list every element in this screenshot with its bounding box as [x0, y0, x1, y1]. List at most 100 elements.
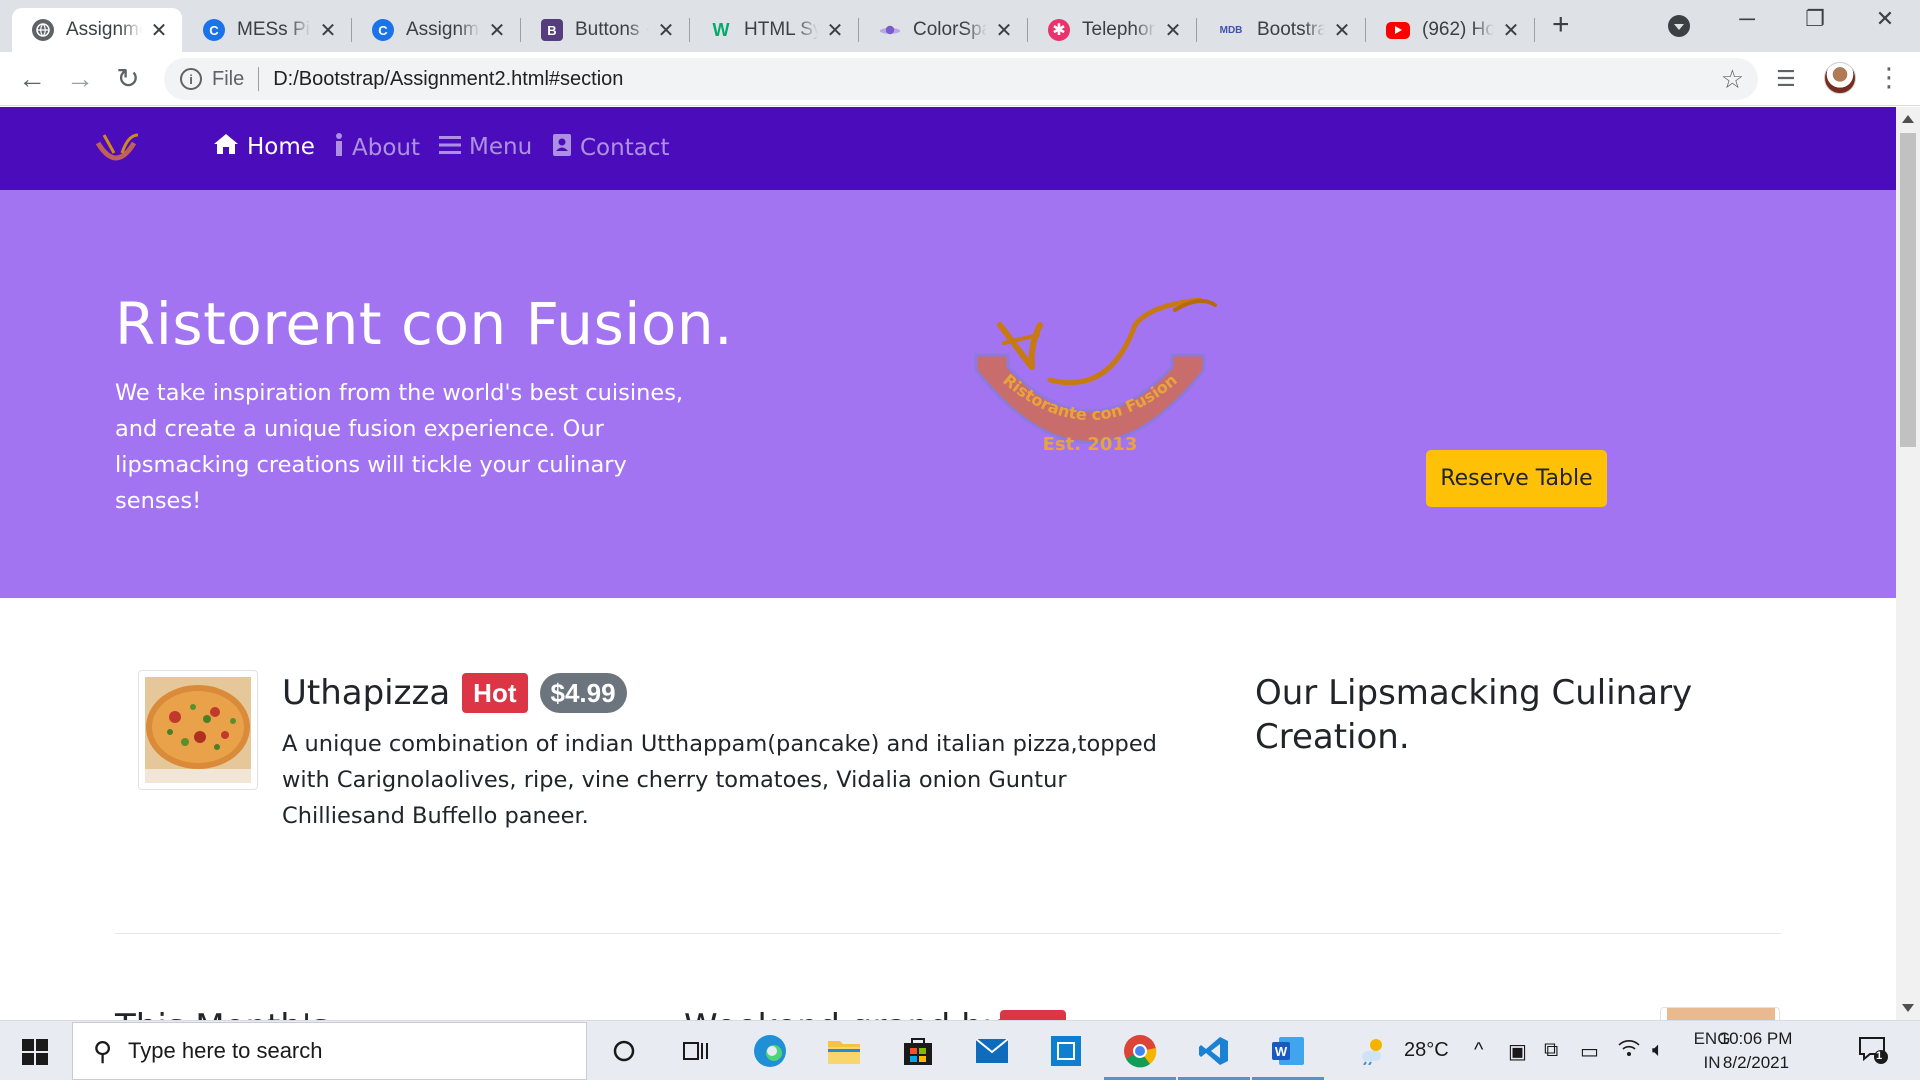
tab-search-icon[interactable]: [1668, 15, 1690, 37]
tab-mess-pill[interactable]: C MESs Pill ✕: [183, 8, 351, 52]
scroll-thumb[interactable]: [1900, 133, 1916, 447]
forward-arrow-icon[interactable]: →: [62, 62, 98, 96]
scroll-down-arrow-icon[interactable]: [1902, 1004, 1914, 1012]
bootstrap-b-icon: B: [541, 19, 563, 41]
tab-buttons[interactable]: B Buttons · ✕: [521, 8, 689, 52]
youtube-icon: [1386, 21, 1410, 39]
windows-start-icon[interactable]: [22, 1039, 48, 1065]
window-close-icon[interactable]: ✕: [1860, 6, 1910, 32]
tab-telephone[interactable]: ✱ Telephon ✕: [1028, 8, 1196, 52]
asterisk-icon: ✱: [1048, 19, 1070, 41]
tab-title: (962) Ho: [1422, 19, 1494, 40]
minimize-icon[interactable]: ─: [1722, 6, 1772, 32]
microsoft-store-icon[interactable]: [898, 1031, 938, 1071]
meet-now-icon[interactable]: ▣: [1508, 1039, 1527, 1064]
address-divider: [258, 67, 260, 91]
close-icon[interactable]: ✕: [655, 18, 677, 43]
tab-title: ColorSpa: [913, 19, 987, 40]
tab-html-syntax[interactable]: W HTML Sy ✕: [690, 8, 858, 52]
nav-about[interactable]: About: [334, 133, 420, 163]
close-icon[interactable]: ✕: [824, 18, 846, 43]
address-bar[interactable]: i File D:/Bootstrap/Assignment2.html#sec…: [164, 58, 1758, 100]
tab-colorspace[interactable]: ColorSpa ✕: [859, 8, 1027, 52]
price-badge: $4.99: [539, 673, 627, 713]
new-badge: [1000, 1010, 1066, 1020]
search-icon: ⚲: [93, 1035, 113, 1066]
notification-center-icon[interactable]: 1: [1858, 1035, 1888, 1065]
close-icon[interactable]: ✕: [1162, 18, 1184, 43]
dish-image[interactable]: [138, 670, 258, 790]
reload-icon[interactable]: ↻: [110, 62, 146, 96]
cortana-icon[interactable]: [604, 1031, 644, 1071]
next-dish-image[interactable]: [1660, 1007, 1780, 1020]
show-hidden-icons-chevron-icon[interactable]: ^: [1474, 1039, 1483, 1062]
windows-taskbar: ⚲ Type here to search W 28°C ^ ▣ ⧉ ▭ 🔈︎: [0, 1020, 1920, 1080]
nav-menu-label: Menu: [469, 134, 533, 160]
weather-icon[interactable]: [1356, 1035, 1388, 1071]
clock-time: 10:06 PM: [1719, 1029, 1793, 1048]
photos-sync-icon[interactable]: ⧉: [1544, 1039, 1558, 1062]
nav-home[interactable]: Home: [213, 133, 315, 161]
notification-count: 1: [1876, 1050, 1883, 1062]
tab-assignment[interactable]: C Assignme ✕: [352, 8, 520, 52]
back-arrow-icon[interactable]: ←: [14, 62, 50, 96]
close-icon[interactable]: ✕: [993, 18, 1015, 43]
close-icon[interactable]: ✕: [1500, 18, 1522, 43]
task-view-icon[interactable]: [676, 1031, 716, 1071]
dish-title: Uthapizza Hot $4.99: [282, 670, 1182, 716]
file-explorer-icon[interactable]: [824, 1031, 864, 1071]
tab-title: Telephon: [1082, 19, 1156, 40]
more-menu-icon[interactable]: ⋮: [1876, 62, 1902, 93]
info-icon[interactable]: i: [180, 68, 202, 90]
browser-toolbar: ← → ↻ i File D:/Bootstrap/Assignment2.ht…: [0, 52, 1920, 106]
hero-title: Ristorent con Fusion.: [115, 290, 734, 358]
w3-icon: W: [712, 19, 730, 40]
hot-badge: Hot: [462, 673, 528, 713]
restore-icon[interactable]: ❐: [1790, 6, 1840, 32]
brand-logo[interactable]: [92, 129, 140, 169]
tab-assignment-active[interactable]: Assignme ✕: [12, 8, 182, 52]
culinary-creation-heading: Our Lipsmacking Culinary Creation.: [1255, 673, 1693, 757]
reserve-table-button[interactable]: Reserve Table: [1426, 450, 1607, 507]
scroll-up-arrow-icon[interactable]: [1902, 115, 1914, 123]
tab-youtube[interactable]: (962) Ho ✕: [1366, 8, 1534, 52]
browser-tabstrip: Assignme ✕ C MESs Pill ✕ C Assignme ✕ B …: [0, 0, 1920, 52]
clock-date: 8/2/2021: [1722, 1053, 1790, 1072]
section-divider: [115, 933, 1781, 934]
tab-title: Assignme: [66, 19, 142, 40]
tab-title: Assignme: [406, 19, 480, 40]
chrome-icon[interactable]: [1120, 1031, 1160, 1071]
close-icon[interactable]: ✕: [1331, 18, 1353, 43]
profile-avatar[interactable]: [1824, 62, 1856, 94]
battery-icon[interactable]: ▭: [1580, 1039, 1599, 1064]
c-icon: C: [372, 19, 394, 41]
bookmark-star-icon[interactable]: ☆: [1721, 64, 1744, 95]
address-card-icon: [552, 133, 572, 163]
close-icon[interactable]: ✕: [486, 18, 508, 43]
tab-bootstrap[interactable]: MDB Bootstrap ✕: [1197, 8, 1365, 52]
scheme-label: File: [212, 67, 245, 90]
taskbar-search-box[interactable]: ⚲ Type here to search: [72, 1022, 587, 1080]
wifi-icon[interactable]: [1618, 1039, 1640, 1063]
dish-name: Uthapizza: [282, 673, 451, 713]
site-navbar: Home About Menu Contact: [0, 107, 1896, 190]
vscode-icon[interactable]: [1194, 1031, 1234, 1071]
restaurant-logo: Ristorante con Fusion Est. 2013: [974, 297, 1217, 455]
page-scrollbar[interactable]: [1896, 107, 1920, 1020]
mail-icon[interactable]: [972, 1031, 1012, 1071]
new-tab-plus-icon[interactable]: +: [1552, 10, 1570, 40]
volume-icon[interactable]: 🔈︎: [1652, 1039, 1664, 1062]
media-queue-icon[interactable]: ☰: [1776, 66, 1796, 92]
nav-menu[interactable]: Menu: [439, 133, 532, 161]
word-icon[interactable]: W: [1268, 1031, 1308, 1071]
weather-temperature[interactable]: 28°C: [1404, 1039, 1449, 1062]
system-clock[interactable]: 10:06 PM 8/2/2021: [1706, 1027, 1806, 1075]
nav-contact[interactable]: Contact: [552, 133, 669, 163]
edge-icon[interactable]: [750, 1031, 790, 1071]
close-icon[interactable]: ✕: [317, 18, 339, 43]
nav-contact-label: Contact: [580, 135, 670, 161]
url-text[interactable]: D:/Bootstrap/Assignment2.html#section: [273, 68, 623, 91]
close-icon[interactable]: ✕: [148, 18, 170, 43]
remote-app-icon[interactable]: [1046, 1031, 1086, 1071]
planet-icon: [879, 19, 901, 41]
